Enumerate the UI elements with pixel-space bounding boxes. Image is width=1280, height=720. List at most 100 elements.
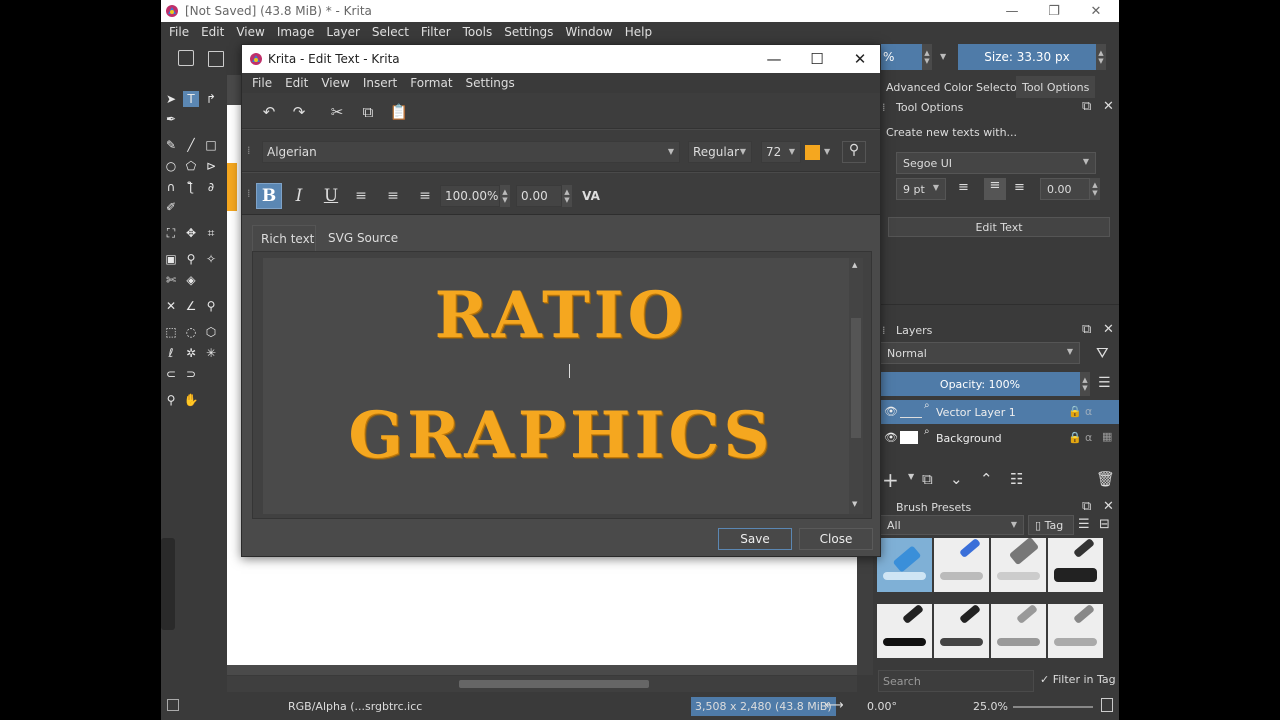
visibility-eye-icon[interactable]: 👁 [884, 405, 898, 418]
brush-filter-select[interactable]: All ▼ [880, 515, 1024, 535]
alpha-lock-icon[interactable]: α [1085, 431, 1092, 444]
brush-preset-pencil-blue[interactable] [934, 538, 989, 592]
float-panel-icon[interactable]: ⧉ [1082, 322, 1091, 337]
delete-layer-icon[interactable]: 🗑 [1096, 470, 1115, 488]
chevron-down-icon[interactable]: ▼ [824, 147, 830, 156]
gradient-tool-icon[interactable]: ▣ [163, 251, 179, 267]
move-tool-icon[interactable]: ✥ [183, 225, 199, 241]
dynamic-brush-tool-icon[interactable]: ∂ [203, 179, 219, 195]
text-edit-area[interactable]: RATIO GRAPHICS [263, 258, 859, 514]
edit-text-button[interactable]: Edit Text [888, 217, 1110, 237]
lock-icon[interactable]: 🔒 [1068, 431, 1082, 444]
font-size-select[interactable]: 9 pt ▼ [896, 178, 946, 200]
color-picker-tool-icon[interactable]: ⚲ [183, 251, 199, 267]
chevron-down-icon[interactable]: ▼ [908, 472, 914, 481]
brush-settings-icon[interactable]: ⊟ [1099, 517, 1110, 532]
brush-search-input[interactable]: Search [878, 670, 1034, 692]
align-left-icon[interactable]: ≡ [348, 183, 374, 209]
filter-in-tag-checkbox[interactable]: ✓ Filter in Tag [1040, 673, 1116, 686]
menu-file[interactable]: File [169, 25, 189, 39]
text-line-2[interactable]: GRAPHICS [263, 398, 859, 473]
blend-mode-select[interactable]: Normal ▼ [880, 342, 1080, 364]
crop-tool-icon[interactable]: ⌗ [203, 225, 219, 241]
dialog-menu-edit[interactable]: Edit [285, 76, 308, 90]
dialog-menu-file[interactable]: File [252, 76, 272, 90]
chevron-down-icon[interactable]: ▼ [940, 52, 946, 61]
menu-settings[interactable]: Settings [504, 25, 553, 39]
ellipse-select-tool-icon[interactable]: ◌ [183, 324, 199, 340]
undo-icon[interactable]: ↶ [260, 103, 278, 121]
measure-tool-icon[interactable]: ∠ [183, 298, 199, 314]
align-right-icon[interactable]: ≡ [412, 183, 438, 209]
horizontal-scroll-thumb[interactable] [459, 680, 649, 688]
alpha-lock-icon[interactable]: α [1085, 405, 1092, 418]
copy-icon[interactable]: ⧉ [359, 103, 377, 121]
inherit-alpha-icon[interactable]: ▦ [1102, 430, 1112, 443]
redo-icon[interactable]: ↷ [290, 103, 308, 121]
underline-button[interactable]: U [318, 183, 344, 209]
close-button[interactable]: Close [799, 528, 873, 550]
letter-spacing-input[interactable]: 0.00 [1040, 178, 1090, 200]
letter-spacing-spin[interactable]: ▲ ▼ [562, 185, 572, 207]
freehand-brush-tool-icon[interactable]: ✎ [163, 137, 179, 153]
close-panel-icon[interactable]: ✕ [1103, 322, 1114, 337]
dialog-menu-insert[interactable]: Insert [363, 76, 397, 90]
tag-button[interactable]: ▯ Tag [1028, 515, 1074, 535]
editor-scroll-thumb[interactable] [851, 318, 861, 438]
open-folder-icon[interactable] [208, 51, 224, 67]
scroll-down-icon[interactable]: ▼ [852, 500, 857, 508]
zoom-tool-icon[interactable]: ⚲ [163, 392, 179, 408]
layer-row-vector-layer-1[interactable]: 👁 ⌕ Vector Layer 1 🔒 α [880, 400, 1119, 424]
calligraphy-tool-icon[interactable]: ✒ [163, 111, 179, 127]
freehand-path-tool-icon[interactable]: ƪ [183, 179, 199, 195]
line-height-spin[interactable]: ▲ ▼ [500, 185, 510, 207]
letter-spacing-input[interactable]: 0.00 [516, 185, 562, 207]
brush-preset-airbrush[interactable] [991, 538, 1046, 592]
eyedropper-icon[interactable]: ⚲ [842, 141, 866, 163]
reference-tool-icon[interactable]: ⚲ [203, 298, 219, 314]
dialog-menu-view[interactable]: View [321, 76, 349, 90]
tab-tool-options[interactable]: Tool Options [1016, 76, 1096, 98]
menu-image[interactable]: Image [277, 25, 315, 39]
layer-properties-icon[interactable]: ☷ [1010, 470, 1023, 488]
layer-opacity-spin[interactable]: ▲ ▼ [1080, 372, 1090, 396]
close-panel-icon[interactable]: ✕ [1103, 499, 1114, 514]
zoom-slider[interactable] [1013, 706, 1093, 708]
select-shapes-tool-icon[interactable]: ➤ [163, 91, 179, 107]
new-document-icon[interactable] [178, 50, 194, 66]
menu-select[interactable]: Select [372, 25, 409, 39]
float-panel-icon[interactable]: ⧉ [1082, 499, 1091, 514]
fullscreen-icon[interactable] [1101, 698, 1113, 712]
horizontal-scrollbar[interactable] [227, 676, 857, 692]
ellipse-tool-icon[interactable]: ○ [163, 158, 179, 174]
dialog-menu-format[interactable]: Format [410, 76, 452, 90]
dialog-maximize-button[interactable]: ☐ [795, 45, 839, 73]
restore-button[interactable]: ❐ [1033, 0, 1075, 22]
bezier-tool-icon[interactable]: ∩ [163, 179, 179, 195]
scroll-up-icon[interactable]: ▲ [852, 261, 857, 269]
menu-filter[interactable]: Filter [421, 25, 451, 39]
layer-opacity-slider[interactable]: Opacity: 100% [880, 372, 1080, 396]
brush-preset-eraser[interactable] [877, 538, 932, 592]
assistant-tool-icon[interactable]: ✕ [163, 298, 179, 314]
visibility-eye-icon[interactable]: 👁 [884, 431, 898, 444]
kerning-icon[interactable]: VA [578, 183, 604, 209]
italic-button[interactable]: I [286, 183, 312, 209]
menu-help[interactable]: Help [625, 25, 652, 39]
smart-patch-tool-icon[interactable]: ✧ [203, 251, 219, 267]
view-mode-icon[interactable]: ☰ [1078, 517, 1090, 532]
brush-preset-marker-black[interactable] [877, 604, 932, 658]
size-spin-arrows[interactable]: ▲ ▼ [1096, 44, 1106, 70]
tab-rich-text[interactable]: Rich text [252, 225, 316, 251]
font-style-select[interactable]: Regular ▼ [688, 141, 752, 163]
line-tool-icon[interactable]: ╱ [183, 137, 199, 153]
align-center-icon[interactable]: ≡ [380, 183, 406, 209]
brush-preset-blender[interactable] [1048, 604, 1103, 658]
move-layer-down-icon[interactable]: ⌄ [950, 470, 963, 488]
brush-size-slider[interactable]: Size: 33.30 px [958, 44, 1096, 70]
filter-icon[interactable]: ⛛ [1096, 344, 1109, 362]
similar-select-tool-icon[interactable]: ✳ [203, 345, 219, 361]
menu-view[interactable]: View [236, 25, 264, 39]
font-select[interactable]: Segoe UI ▼ [896, 152, 1096, 174]
freehand-select-tool-icon[interactable]: ℓ [163, 345, 179, 361]
